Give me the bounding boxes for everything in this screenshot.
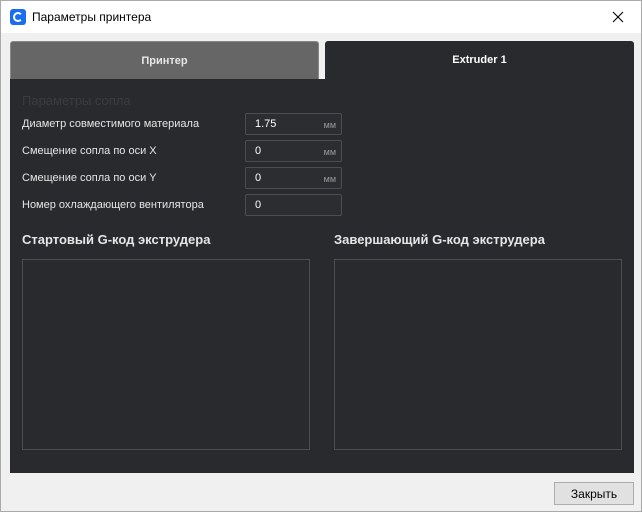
cooling-fan-number-field[interactable]: 0 [245,194,342,216]
cooling-fan-number-label: Номер охлаждающего вентилятора [22,199,204,211]
section-title: Параметры сопла [22,93,131,108]
material-diameter-value: 1.75 [255,118,277,130]
nozzle-offset-y-label: Смещение сопла по оси Y [22,172,157,184]
material-diameter-unit: мм [323,120,336,130]
window-close-button[interactable] [595,1,641,33]
tab-extruder-label: Extruder 1 [452,54,507,66]
nozzle-offset-x-label: Смещение сопла по оси X [22,145,157,157]
close-button[interactable]: Закрыть [554,482,634,505]
tab-extruder-1[interactable]: Extruder 1 [325,41,634,79]
title-bar[interactable]: Параметры принтера [1,1,641,33]
start-gcode-title: Стартовый G-код экструдера [22,232,211,247]
nozzle-offset-y-value: 0 [255,172,262,184]
start-gcode-editor[interactable] [22,259,310,450]
nozzle-offset-y-field[interactable]: 0 мм [245,167,342,189]
cooling-fan-number-value: 0 [255,199,262,211]
end-gcode-title: Завершающий G-код экструдера [334,232,545,247]
printer-settings-dialog: Параметры принтера Принтер Extruder 1 Па… [0,0,642,512]
nozzle-offset-y-unit: мм [323,174,336,184]
nozzle-offset-x-unit: мм [323,147,336,157]
end-gcode-editor[interactable] [334,259,622,450]
material-diameter-field[interactable]: 1.75 мм [245,113,342,135]
tab-printer-label: Принтер [141,54,188,67]
nozzle-offset-x-field[interactable]: 0 мм [245,140,342,162]
material-diameter-label: Диаметр совместимого материала [22,118,200,130]
close-icon [612,11,624,23]
extruder-settings-panel: Параметры сопла Диаметр совместимого мат… [10,79,634,473]
close-button-label: Закрыть [570,486,618,501]
window-title: Параметры принтера [32,10,152,24]
nozzle-offset-x-value: 0 [255,145,262,157]
cura-app-icon [10,9,26,25]
tab-printer[interactable]: Принтер [10,41,319,79]
